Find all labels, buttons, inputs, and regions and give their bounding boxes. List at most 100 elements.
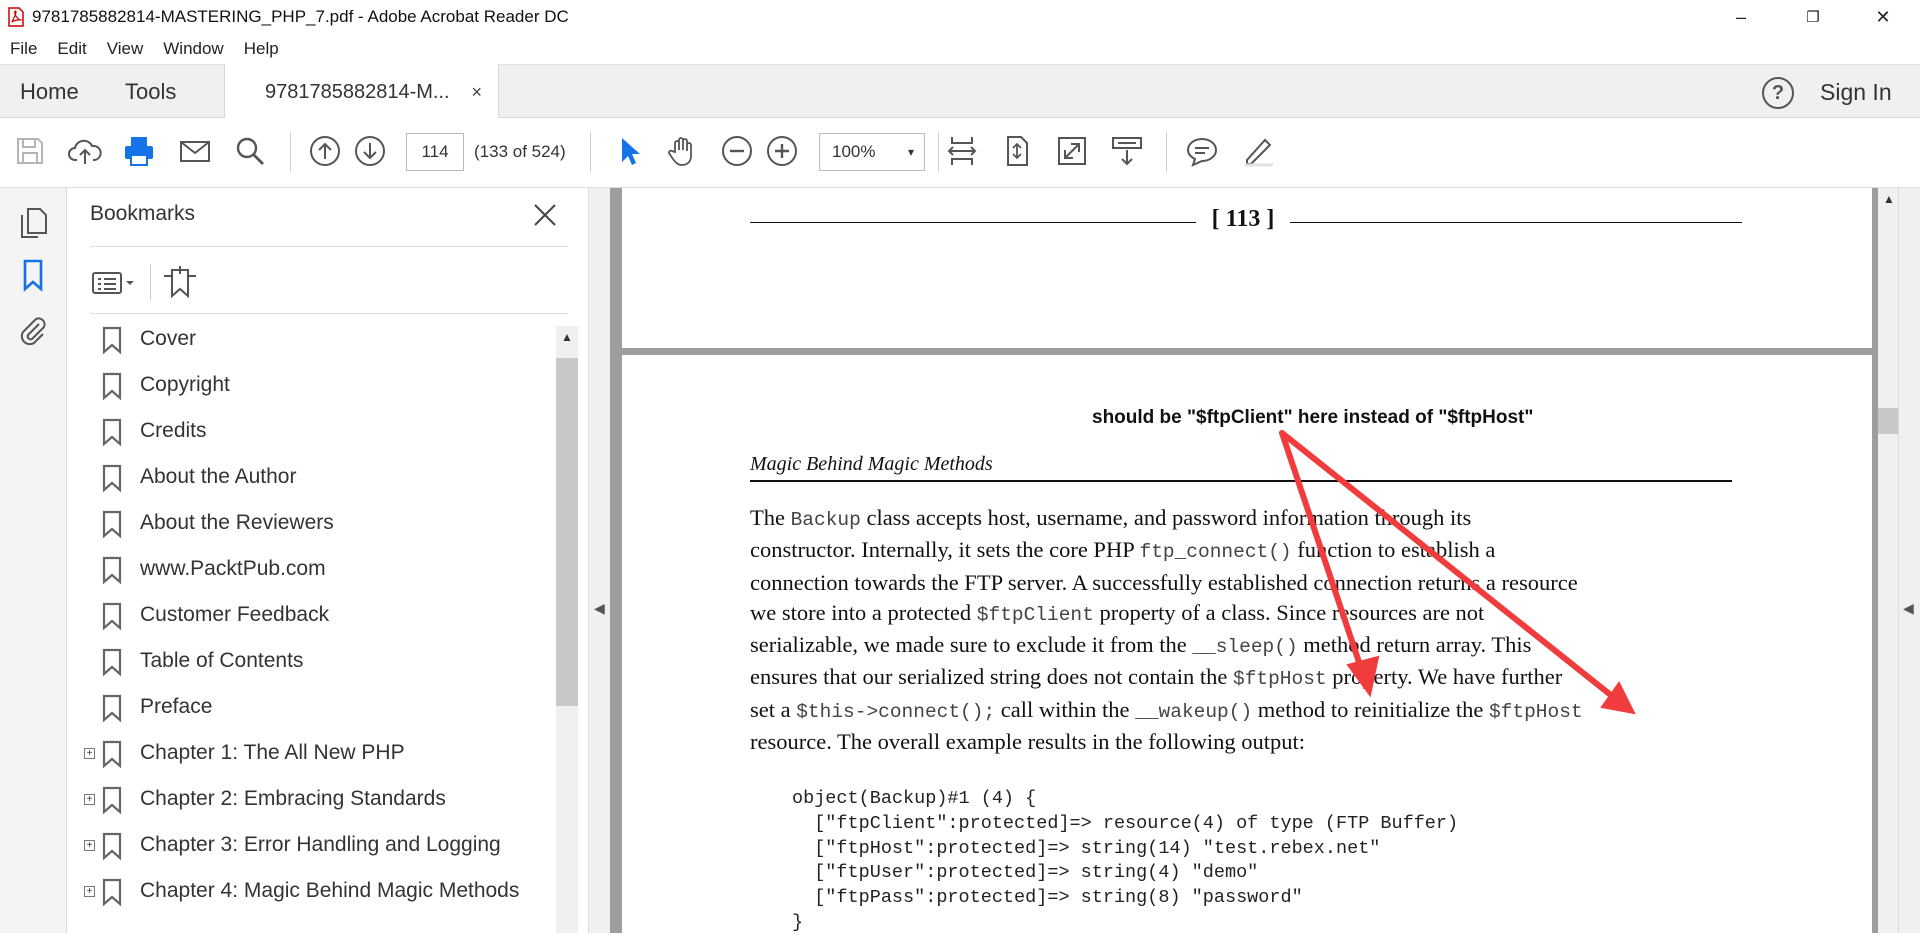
bookmark-label: Customer Feedback <box>140 603 330 626</box>
close-icon[interactable] <box>528 198 562 232</box>
text-annotation[interactable]: should be "$ftpClient" here instead of "… <box>1092 407 1533 429</box>
right-pane-toggle[interactable]: ◀ <box>1898 188 1920 933</box>
fit-page-icon[interactable] <box>997 131 1037 171</box>
zoom-in-icon[interactable] <box>762 131 802 171</box>
menu-view[interactable]: View <box>107 39 144 59</box>
expand-right-pane-icon[interactable]: ◀ <box>1903 600 1914 617</box>
attachments-icon[interactable] <box>17 314 49 348</box>
code-line: object(Backup)#1 (4) { <box>792 788 1037 809</box>
main-toolbar: 114 (133 of 524) 100% ▾ <box>0 118 1920 188</box>
minimize-button[interactable]: – <box>1706 0 1776 34</box>
next-page-icon[interactable] <box>350 131 390 171</box>
zoom-out-icon[interactable] <box>717 131 757 171</box>
previous-page-icon[interactable] <box>305 131 345 171</box>
running-header: Magic Behind Magic Methods <box>750 453 993 475</box>
bookmark-label: Credits <box>140 419 207 442</box>
bookmark-item[interactable]: About the Author <box>68 454 548 500</box>
tab-document[interactable]: 9781785882814-M... × <box>224 64 499 120</box>
pdf-page-113: [ 113 ] <box>622 188 1872 348</box>
select-cursor-icon[interactable] <box>608 131 648 171</box>
sign-in-link[interactable]: Sign In <box>1820 65 1892 119</box>
restore-button[interactable]: ❐ <box>1778 0 1848 34</box>
bookmark-item[interactable]: About the Reviewers <box>68 500 548 546</box>
menu-edit[interactable]: Edit <box>57 39 86 59</box>
text-run: we store into a protected <box>750 599 977 625</box>
page-number-input[interactable]: 114 <box>406 133 464 171</box>
scrollbar-thumb[interactable] <box>1878 408 1898 434</box>
code-line: ["ftpClient":protected]=> resource(4) of… <box>792 812 1459 834</box>
window-title: 9781785882814-MASTERING_PHP_7.pdf - Adob… <box>32 7 569 26</box>
document-scrollbar[interactable]: ▲ <box>1878 188 1898 933</box>
collapse-left-icon[interactable]: ◀ <box>594 600 605 617</box>
bookmark-label: www.PacktPub.com <box>140 557 326 580</box>
search-icon[interactable] <box>230 131 270 171</box>
expand-icon[interactable]: + <box>84 839 95 851</box>
bookmark-item[interactable]: Cover <box>68 316 548 362</box>
close-window-button[interactable]: ✕ <box>1848 0 1918 34</box>
bookmarks-icon[interactable] <box>17 258 49 292</box>
expand-icon[interactable]: + <box>84 793 95 805</box>
inline-code: $this->connect(); <box>796 700 996 723</box>
bookmark-item[interactable]: Copyright <box>68 362 548 408</box>
expand-icon[interactable]: + <box>84 885 95 897</box>
bookmark-item[interactable]: + Chapter 1: The All New PHP <box>68 730 548 776</box>
text-run: call within the <box>995 696 1136 722</box>
bookmark-item[interactable]: + Chapter 4: Magic Behind Magic Methods <box>68 868 548 914</box>
text-run: property of a class. Since resources are… <box>1093 599 1485 625</box>
bookmark-item[interactable]: www.PacktPub.com <box>68 546 548 592</box>
bookmark-item[interactable]: + Chapter 2: Embracing Standards <box>68 776 548 822</box>
text-run: connection towards the FTP server. A suc… <box>750 569 1578 595</box>
email-icon[interactable] <box>175 131 215 171</box>
zoom-level-select[interactable]: 100% ▾ <box>819 133 925 171</box>
new-bookmark-icon[interactable] <box>160 262 200 302</box>
scroll-mode-icon[interactable] <box>1107 131 1147 171</box>
bookmarks-scrollbar[interactable]: ▲ <box>556 326 578 933</box>
bookmark-icon <box>102 556 122 584</box>
expand-icon[interactable]: + <box>84 747 95 759</box>
cloud-upload-icon[interactable] <box>65 131 105 171</box>
fit-width-icon[interactable] <box>942 131 982 171</box>
text-run: property. We have further <box>1326 664 1563 690</box>
tab-home[interactable]: Home <box>20 65 79 119</box>
bookmark-item[interactable]: Table of Contents <box>68 638 548 684</box>
text-run: method to reinitialize the <box>1252 696 1489 722</box>
bookmark-label: Chapter 1: The All New PHP <box>140 741 405 764</box>
scroll-up-icon[interactable]: ▲ <box>1883 192 1895 206</box>
tab-close-icon[interactable]: × <box>471 64 482 120</box>
full-screen-icon[interactable] <box>1052 131 1092 171</box>
bookmark-label: Preface <box>140 695 213 718</box>
bookmark-item[interactable]: Preface <box>68 684 548 730</box>
print-icon[interactable] <box>119 131 159 171</box>
menu-file[interactable]: File <box>10 39 37 59</box>
document-view[interactable]: [ 113 ] should be "$ftpClient" here inst… <box>610 188 1878 945</box>
bookmark-icon <box>102 832 122 860</box>
code-line: ["ftpUser":protected]=> string(4) "demo" <box>792 862 1259 884</box>
bookmark-label: Chapter 3: Error Handling and Logging <box>140 833 501 856</box>
hand-tool-icon[interactable] <box>662 131 702 171</box>
menu-help[interactable]: Help <box>244 39 279 59</box>
inline-code: $ftpHost <box>1488 700 1583 723</box>
highlight-pen-icon[interactable] <box>1238 131 1278 171</box>
paragraph-line: set a $this->connect(); call within the … <box>750 695 1740 727</box>
page-count: (133 of 524) <box>474 142 566 161</box>
panel-splitter[interactable]: ◀ <box>588 188 610 933</box>
code-line: ["ftpPass":protected]=> string(8) "passw… <box>792 887 1303 909</box>
title-bar: 9781785882814-MASTERING_PHP_7.pdf - Adob… <box>0 0 1920 34</box>
page-thumbnails-icon[interactable] <box>17 206 49 240</box>
comment-icon[interactable] <box>1182 131 1222 171</box>
paragraph-line: constructor. Internally, it sets the cor… <box>750 535 1740 567</box>
help-icon[interactable]: ? <box>1762 77 1794 109</box>
scrollbar-thumb[interactable] <box>556 358 578 706</box>
scroll-up-icon[interactable]: ▲ <box>561 330 573 344</box>
save-icon[interactable] <box>10 131 50 171</box>
paragraph-line: serializable, we made sure to exclude it… <box>750 630 1740 662</box>
inline-code: Backup <box>790 509 861 531</box>
bookmark-icon <box>102 418 122 446</box>
bookmark-item[interactable]: + Chapter 3: Error Handling and Logging <box>68 822 548 868</box>
menu-window[interactable]: Window <box>163 39 223 59</box>
bookmark-item[interactable]: Customer Feedback <box>68 592 548 638</box>
bookmark-item[interactable]: Credits <box>68 408 548 454</box>
tab-tools[interactable]: Tools <box>125 65 176 119</box>
bookmark-options-icon[interactable] <box>90 268 138 298</box>
text-run: function to establish a <box>1291 537 1496 563</box>
